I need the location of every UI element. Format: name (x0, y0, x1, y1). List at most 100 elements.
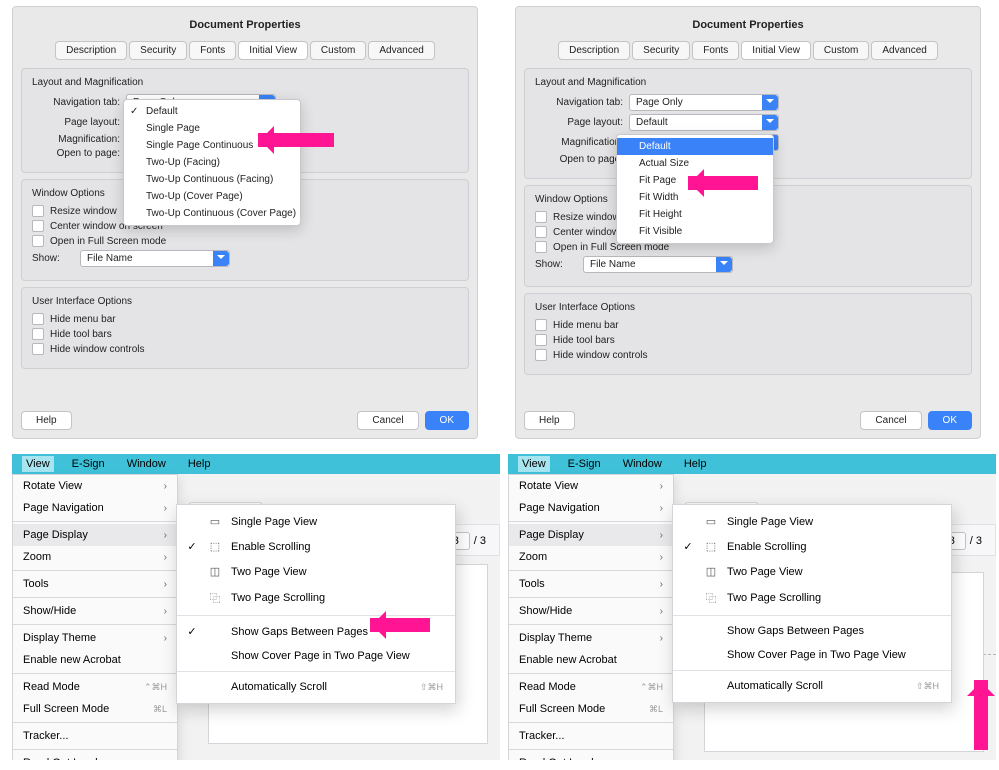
ui-options-group: User Interface Options Hide menu bar Hid… (21, 287, 469, 369)
submenu-item[interactable]: Two Page Scrolling (673, 584, 951, 612)
dialog-title: Document Properties (21, 13, 469, 41)
menubar-view[interactable]: View (22, 456, 54, 472)
menu-item[interactable]: Tools› (509, 573, 673, 595)
mag-option-default[interactable]: Default (617, 138, 773, 155)
page-layout-select[interactable]: Default (629, 114, 779, 131)
submenu-item[interactable]: Two Page Scrolling (177, 584, 455, 612)
menu-item-label: Enable new Acrobat (519, 654, 617, 666)
help-button[interactable]: Help (21, 411, 72, 430)
menu-item[interactable]: Full Screen Mode⌘L (509, 698, 673, 720)
hide-window-controls-checkbox[interactable] (535, 349, 547, 361)
menu-item[interactable]: Display Theme› (509, 627, 673, 649)
submenu-item[interactable]: Two Page View (177, 559, 455, 584)
navigation-tab-select[interactable]: Page Only (629, 94, 779, 111)
submenu-item[interactable]: Show Cover Page in Two Page View (673, 643, 951, 667)
tab-initial-view[interactable]: Initial View (741, 41, 811, 60)
layout-option-two-up-facing[interactable]: Two-Up (Facing) (124, 154, 300, 171)
submenu-item[interactable]: Single Page View (673, 509, 951, 534)
center-window-checkbox[interactable] (535, 226, 547, 238)
page-layout-dropdown-popup[interactable]: ✓Default Single Page Single Page Continu… (123, 99, 301, 226)
menu-item[interactable]: Tracker... (509, 725, 673, 747)
menu-item[interactable]: Zoom› (509, 546, 673, 568)
submenu-item-label: Automatically Scroll (231, 681, 327, 693)
mag-option-fit-visible[interactable]: Fit Visible (617, 223, 773, 240)
menu-item[interactable]: Enable new Acrobat (509, 649, 673, 671)
menu-item[interactable]: Read Out Loud› (13, 752, 177, 760)
tab-advanced[interactable]: Advanced (871, 41, 937, 60)
menu-item[interactable]: Read Mode⌃⌘H (13, 676, 177, 698)
layout-option-two-up-continuous-cover[interactable]: Two-Up Continuous (Cover Page) (124, 205, 300, 222)
tab-custom[interactable]: Custom (310, 41, 366, 60)
chevron-down-icon (762, 115, 778, 130)
tab-custom[interactable]: Custom (813, 41, 869, 60)
ok-button[interactable]: OK (928, 411, 972, 430)
menubar-window[interactable]: Window (123, 456, 170, 472)
menubar-esign[interactable]: E-Sign (68, 456, 109, 472)
tab-fonts[interactable]: Fonts (189, 41, 236, 60)
hide-window-controls-checkbox[interactable] (32, 343, 44, 355)
show-select[interactable]: File Name (80, 250, 230, 267)
menu-item[interactable]: Read Mode⌃⌘H (509, 676, 673, 698)
layout-option-default[interactable]: ✓Default (124, 103, 300, 120)
view-menu[interactable]: Rotate View›Page Navigation› Page Display… (12, 474, 178, 760)
menu-item[interactable]: Rotate View› (509, 475, 673, 497)
hide-toolbars-checkbox[interactable] (32, 328, 44, 340)
menu-item[interactable]: Show/Hide› (509, 600, 673, 622)
show-value: File Name (87, 253, 133, 264)
fullscreen-checkbox[interactable] (535, 241, 547, 253)
menubar-help[interactable]: Help (184, 456, 215, 472)
hide-menubar-checkbox[interactable] (535, 319, 547, 331)
resize-window-checkbox[interactable] (32, 205, 44, 217)
menu-item[interactable]: Page Display› (13, 524, 177, 546)
tab-security[interactable]: Security (632, 41, 690, 60)
tab-initial-view[interactable]: Initial View (238, 41, 308, 60)
tab-description[interactable]: Description (55, 41, 127, 60)
menubar-view[interactable]: View (518, 456, 550, 472)
cancel-button[interactable]: Cancel (357, 411, 418, 430)
show-select[interactable]: File Name (583, 256, 733, 273)
resize-window-checkbox[interactable] (535, 211, 547, 223)
submenu-item[interactable]: Automatically Scroll⇧⌘H (673, 674, 951, 698)
menubar-help[interactable]: Help (680, 456, 711, 472)
page-display-submenu[interactable]: Single Page View✓Enable ScrollingTwo Pag… (176, 504, 456, 704)
menu-item[interactable]: Read Out Loud› (509, 752, 673, 760)
ok-button[interactable]: OK (425, 411, 469, 430)
submenu-item[interactable]: ✓Enable Scrolling (177, 534, 455, 559)
menu-item[interactable]: Zoom› (13, 546, 177, 568)
menu-item[interactable]: Enable new Acrobat (13, 649, 177, 671)
hide-menubar-checkbox[interactable] (32, 313, 44, 325)
tab-advanced[interactable]: Advanced (368, 41, 434, 60)
tab-fonts[interactable]: Fonts (692, 41, 739, 60)
menubar-window[interactable]: Window (619, 456, 666, 472)
layout-option-two-up-cover[interactable]: Two-Up (Cover Page) (124, 188, 300, 205)
submenu-item[interactable]: Show Gaps Between Pages (673, 619, 951, 643)
tab-description[interactable]: Description (558, 41, 630, 60)
mag-option-fit-height[interactable]: Fit Height (617, 206, 773, 223)
submenu-item[interactable]: Automatically Scroll⇧⌘H (177, 675, 455, 699)
tab-security[interactable]: Security (129, 41, 187, 60)
page-display-submenu[interactable]: Single Page View✓Enable ScrollingTwo Pag… (672, 504, 952, 703)
submenu-item[interactable]: Show Cover Page in Two Page View (177, 644, 455, 668)
menu-item[interactable]: Full Screen Mode⌘L (13, 698, 177, 720)
menu-item[interactable]: Show/Hide› (13, 600, 177, 622)
hide-toolbars-checkbox[interactable] (535, 334, 547, 346)
shortcut-label: ⌘L (649, 704, 663, 715)
menu-item[interactable]: Page Navigation› (509, 497, 673, 519)
submenu-item-label: Show Cover Page in Two Page View (231, 650, 410, 662)
menu-item[interactable]: Rotate View› (13, 475, 177, 497)
menubar-esign[interactable]: E-Sign (564, 456, 605, 472)
menu-item[interactable]: Page Navigation› (13, 497, 177, 519)
menu-item[interactable]: Tools› (13, 573, 177, 595)
view-menu[interactable]: Rotate View›Page Navigation› Page Display… (508, 474, 674, 760)
cancel-button[interactable]: Cancel (860, 411, 921, 430)
layout-option-two-up-continuous-facing[interactable]: Two-Up Continuous (Facing) (124, 171, 300, 188)
menu-item[interactable]: Page Display› (509, 524, 673, 546)
center-window-checkbox[interactable] (32, 220, 44, 232)
menu-item[interactable]: Display Theme› (13, 627, 177, 649)
submenu-item[interactable]: Single Page View (177, 509, 455, 534)
submenu-item[interactable]: ✓Enable Scrolling (673, 534, 951, 559)
fullscreen-checkbox[interactable] (32, 235, 44, 247)
help-button[interactable]: Help (524, 411, 575, 430)
submenu-item[interactable]: Two Page View (673, 559, 951, 584)
menu-item[interactable]: Tracker... (13, 725, 177, 747)
